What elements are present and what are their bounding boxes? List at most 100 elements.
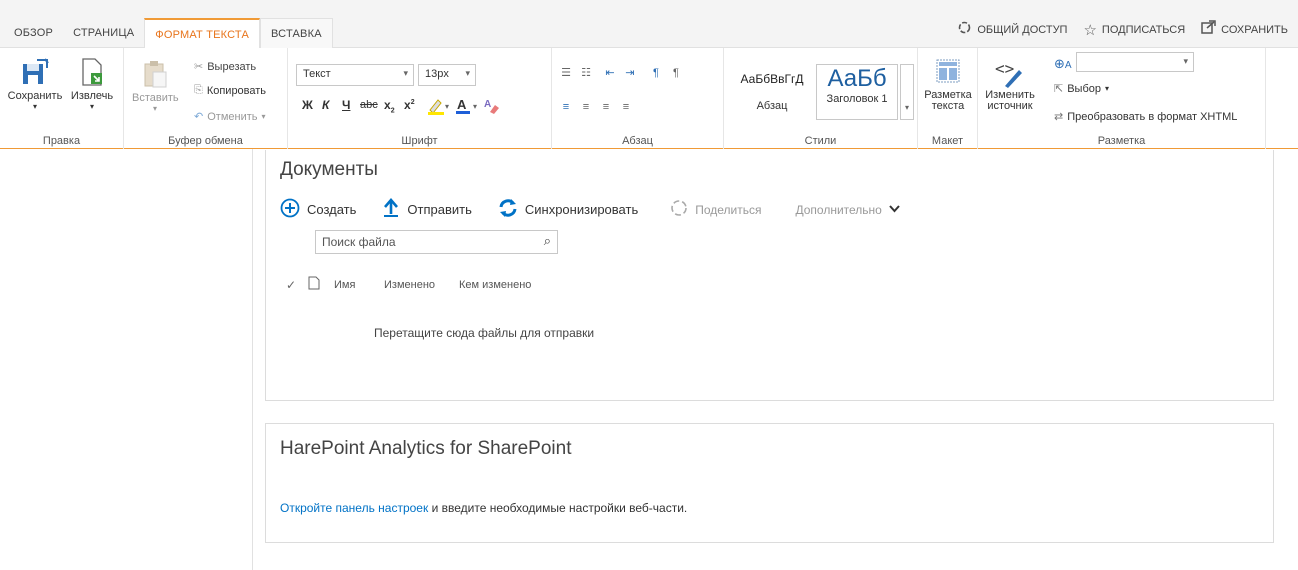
- scissors-icon: ✂: [194, 61, 204, 73]
- italic-button[interactable]: К: [322, 98, 329, 112]
- sync-label: Синхронизировать: [524, 202, 639, 217]
- paste-dropdown-icon: ▾: [152, 104, 157, 113]
- svg-text:A: A: [457, 97, 467, 112]
- more-button[interactable]: Дополнительно: [795, 203, 900, 217]
- documents-webpart: Документы Создать Отправить Синхронизиро…: [265, 150, 1274, 401]
- share-button[interactable]: Поделиться: [670, 199, 761, 220]
- tab-insert[interactable]: ВСТАВКА: [260, 18, 333, 48]
- upload-arrow-icon: [382, 198, 400, 221]
- group-paragraph: ☰ ☷ ⇤ ⇥ ¶ ¶ ≡ ≡ ≡ ≡ Абзац: [552, 48, 724, 149]
- cut-button[interactable]: ✂ Вырезать: [194, 60, 257, 74]
- upload-button[interactable]: Отправить: [382, 198, 472, 221]
- justify-icon[interactable]: ≡: [618, 100, 634, 114]
- font-color-button[interactable]: A ▾: [454, 96, 480, 119]
- create-label: Создать: [307, 202, 357, 217]
- underline-button[interactable]: Ч: [342, 98, 350, 112]
- chevron-down-icon: ▾: [1183, 56, 1188, 66]
- style-heading1[interactable]: АаБб Заголовок 1: [816, 64, 898, 120]
- checkout-dropdown-icon: ▾: [89, 102, 94, 111]
- ribbon-tabs: ОБЗОР СТРАНИЦА ФОРМАТ ТЕКСТА ВСТАВКА: [0, 18, 333, 49]
- code-icon: <>: [995, 58, 1025, 88]
- align-center-icon[interactable]: ≡: [578, 100, 594, 114]
- column-modified-by[interactable]: Кем изменено: [459, 279, 531, 291]
- font-family-select[interactable]: Текст ▾: [296, 64, 414, 86]
- styles-scroll[interactable]: ▾: [900, 64, 914, 120]
- top-actions: ОБЩИЙ ДОСТУП ☆ ПОДПИСАТЬСЯ СОХРАНИТЬ: [957, 20, 1288, 39]
- convert-xhtml-button[interactable]: ⇄ Преобразовать в формат XHTML: [1054, 110, 1238, 124]
- numbered-list-icon[interactable]: ☷: [578, 66, 594, 80]
- select-all-check-icon[interactable]: ✓: [286, 278, 308, 292]
- clear-format-icon[interactable]: A: [482, 96, 502, 119]
- decrease-indent-icon[interactable]: ⇤: [602, 66, 618, 80]
- increase-indent-icon[interactable]: ⇥: [622, 66, 638, 80]
- undo-icon: ↶: [194, 111, 204, 123]
- rtl-icon[interactable]: ¶: [668, 66, 684, 80]
- group-clipboard: Вставить ▾ ✂ Вырезать ⎘ Копировать ↶ Отм…: [124, 48, 288, 149]
- group-edit: Сохранить ▾ Извлечь ▾ Правка: [0, 48, 124, 149]
- chevron-down-icon: ▾: [465, 68, 470, 78]
- copy-icon: ⎘: [194, 84, 203, 96]
- convert-label: Преобразовать в формат XHTML: [1067, 110, 1238, 123]
- follow-action[interactable]: ☆ ПОДПИСАТЬСЯ: [1083, 20, 1185, 39]
- cursor-icon: ⇱: [1054, 83, 1064, 95]
- highlight-color-button[interactable]: ▾: [426, 96, 452, 119]
- save-dropdown-icon: ▾: [32, 102, 37, 111]
- align-left-icon[interactable]: ≡: [558, 100, 574, 114]
- group-styles-title: Стили: [804, 135, 837, 147]
- column-modified[interactable]: Изменено: [384, 279, 459, 291]
- share-action[interactable]: ОБЩИЙ ДОСТУП: [957, 20, 1067, 39]
- sync-icon: [498, 198, 518, 221]
- open-settings-link[interactable]: Откройте панель настроек: [280, 501, 428, 515]
- edit-source-label: Изменить источник: [985, 89, 1035, 112]
- drop-files-message: Перетащите сюда файлы для отправки: [374, 326, 595, 340]
- create-button[interactable]: Создать: [280, 198, 356, 221]
- language-icon: ⊕A: [1054, 56, 1072, 71]
- bullet-list-icon[interactable]: ☰: [558, 66, 574, 80]
- share-label: Поделиться: [695, 202, 762, 217]
- copy-button[interactable]: ⎘ Копировать: [194, 84, 266, 97]
- share-circle-icon: [670, 199, 688, 220]
- undo-label: Отменить: [207, 110, 258, 123]
- undo-dropdown-icon: ▾: [261, 112, 266, 121]
- edit-source-button[interactable]: <> Изменить источник: [984, 58, 1036, 112]
- ltr-icon[interactable]: ¶: [648, 66, 664, 80]
- content-left-border: [252, 149, 253, 570]
- group-paragraph-title: Абзац: [622, 135, 653, 147]
- plus-circle-icon: [280, 198, 300, 221]
- chevron-down-icon: [889, 204, 900, 216]
- style-heading1-name: Заголовок 1: [826, 93, 888, 105]
- superscript-button[interactable]: x2: [404, 98, 415, 112]
- svg-text:▾: ▾: [445, 102, 449, 111]
- undo-button[interactable]: ↶ Отменить ▾: [194, 110, 266, 124]
- sync-button[interactable]: Синхронизировать: [498, 198, 638, 221]
- follow-label: ПОДПИСАТЬСЯ: [1101, 23, 1186, 36]
- font-size-select[interactable]: 13px ▾: [418, 64, 476, 86]
- checkout-button[interactable]: Извлечь ▾: [64, 56, 120, 111]
- star-icon: ☆: [1083, 21, 1097, 39]
- group-layout-title: Макет: [931, 135, 964, 147]
- tab-format-text[interactable]: ФОРМАТ ТЕКСТА: [144, 18, 261, 49]
- column-name[interactable]: Имя: [334, 279, 384, 291]
- file-search-input[interactable]: Поиск файла ⌕: [315, 230, 558, 254]
- align-right-icon[interactable]: ≡: [598, 100, 614, 114]
- tab-browse[interactable]: ОБЗОР: [0, 18, 63, 47]
- style-paragraph[interactable]: АаБбВвГгД Абзац: [732, 64, 812, 120]
- subscript-button[interactable]: x2: [384, 98, 395, 114]
- search-icon[interactable]: ⌕: [544, 233, 551, 249]
- group-markup: <> Изменить источник ⊕A ▾ ⇱ Выбор ▾ ⇄ Пр…: [978, 48, 1266, 149]
- language-select[interactable]: ▾: [1076, 52, 1194, 72]
- harepoint-message: Откройте панель настроек и введите необх…: [280, 501, 687, 515]
- tab-page[interactable]: СТРАНИЦА: [63, 18, 144, 47]
- text-layout-button[interactable]: Разметка текста: [922, 58, 974, 112]
- harepoint-message-rest: и введите необходимые настройки веб-част…: [428, 501, 688, 515]
- save-disk-icon: [19, 56, 51, 88]
- chevron-down-icon: ▾: [403, 68, 408, 78]
- save-button[interactable]: Сохранить ▾: [6, 56, 64, 111]
- save-action[interactable]: СОХРАНИТЬ: [1201, 20, 1288, 39]
- strikethrough-button[interactable]: abc: [360, 99, 378, 111]
- select-button[interactable]: ⇱ Выбор ▾: [1054, 82, 1109, 96]
- file-type-icon: [308, 276, 334, 293]
- bold-button[interactable]: Ж: [302, 98, 313, 112]
- cut-label: Вырезать: [207, 60, 257, 73]
- paste-button[interactable]: Вставить ▾: [132, 58, 179, 113]
